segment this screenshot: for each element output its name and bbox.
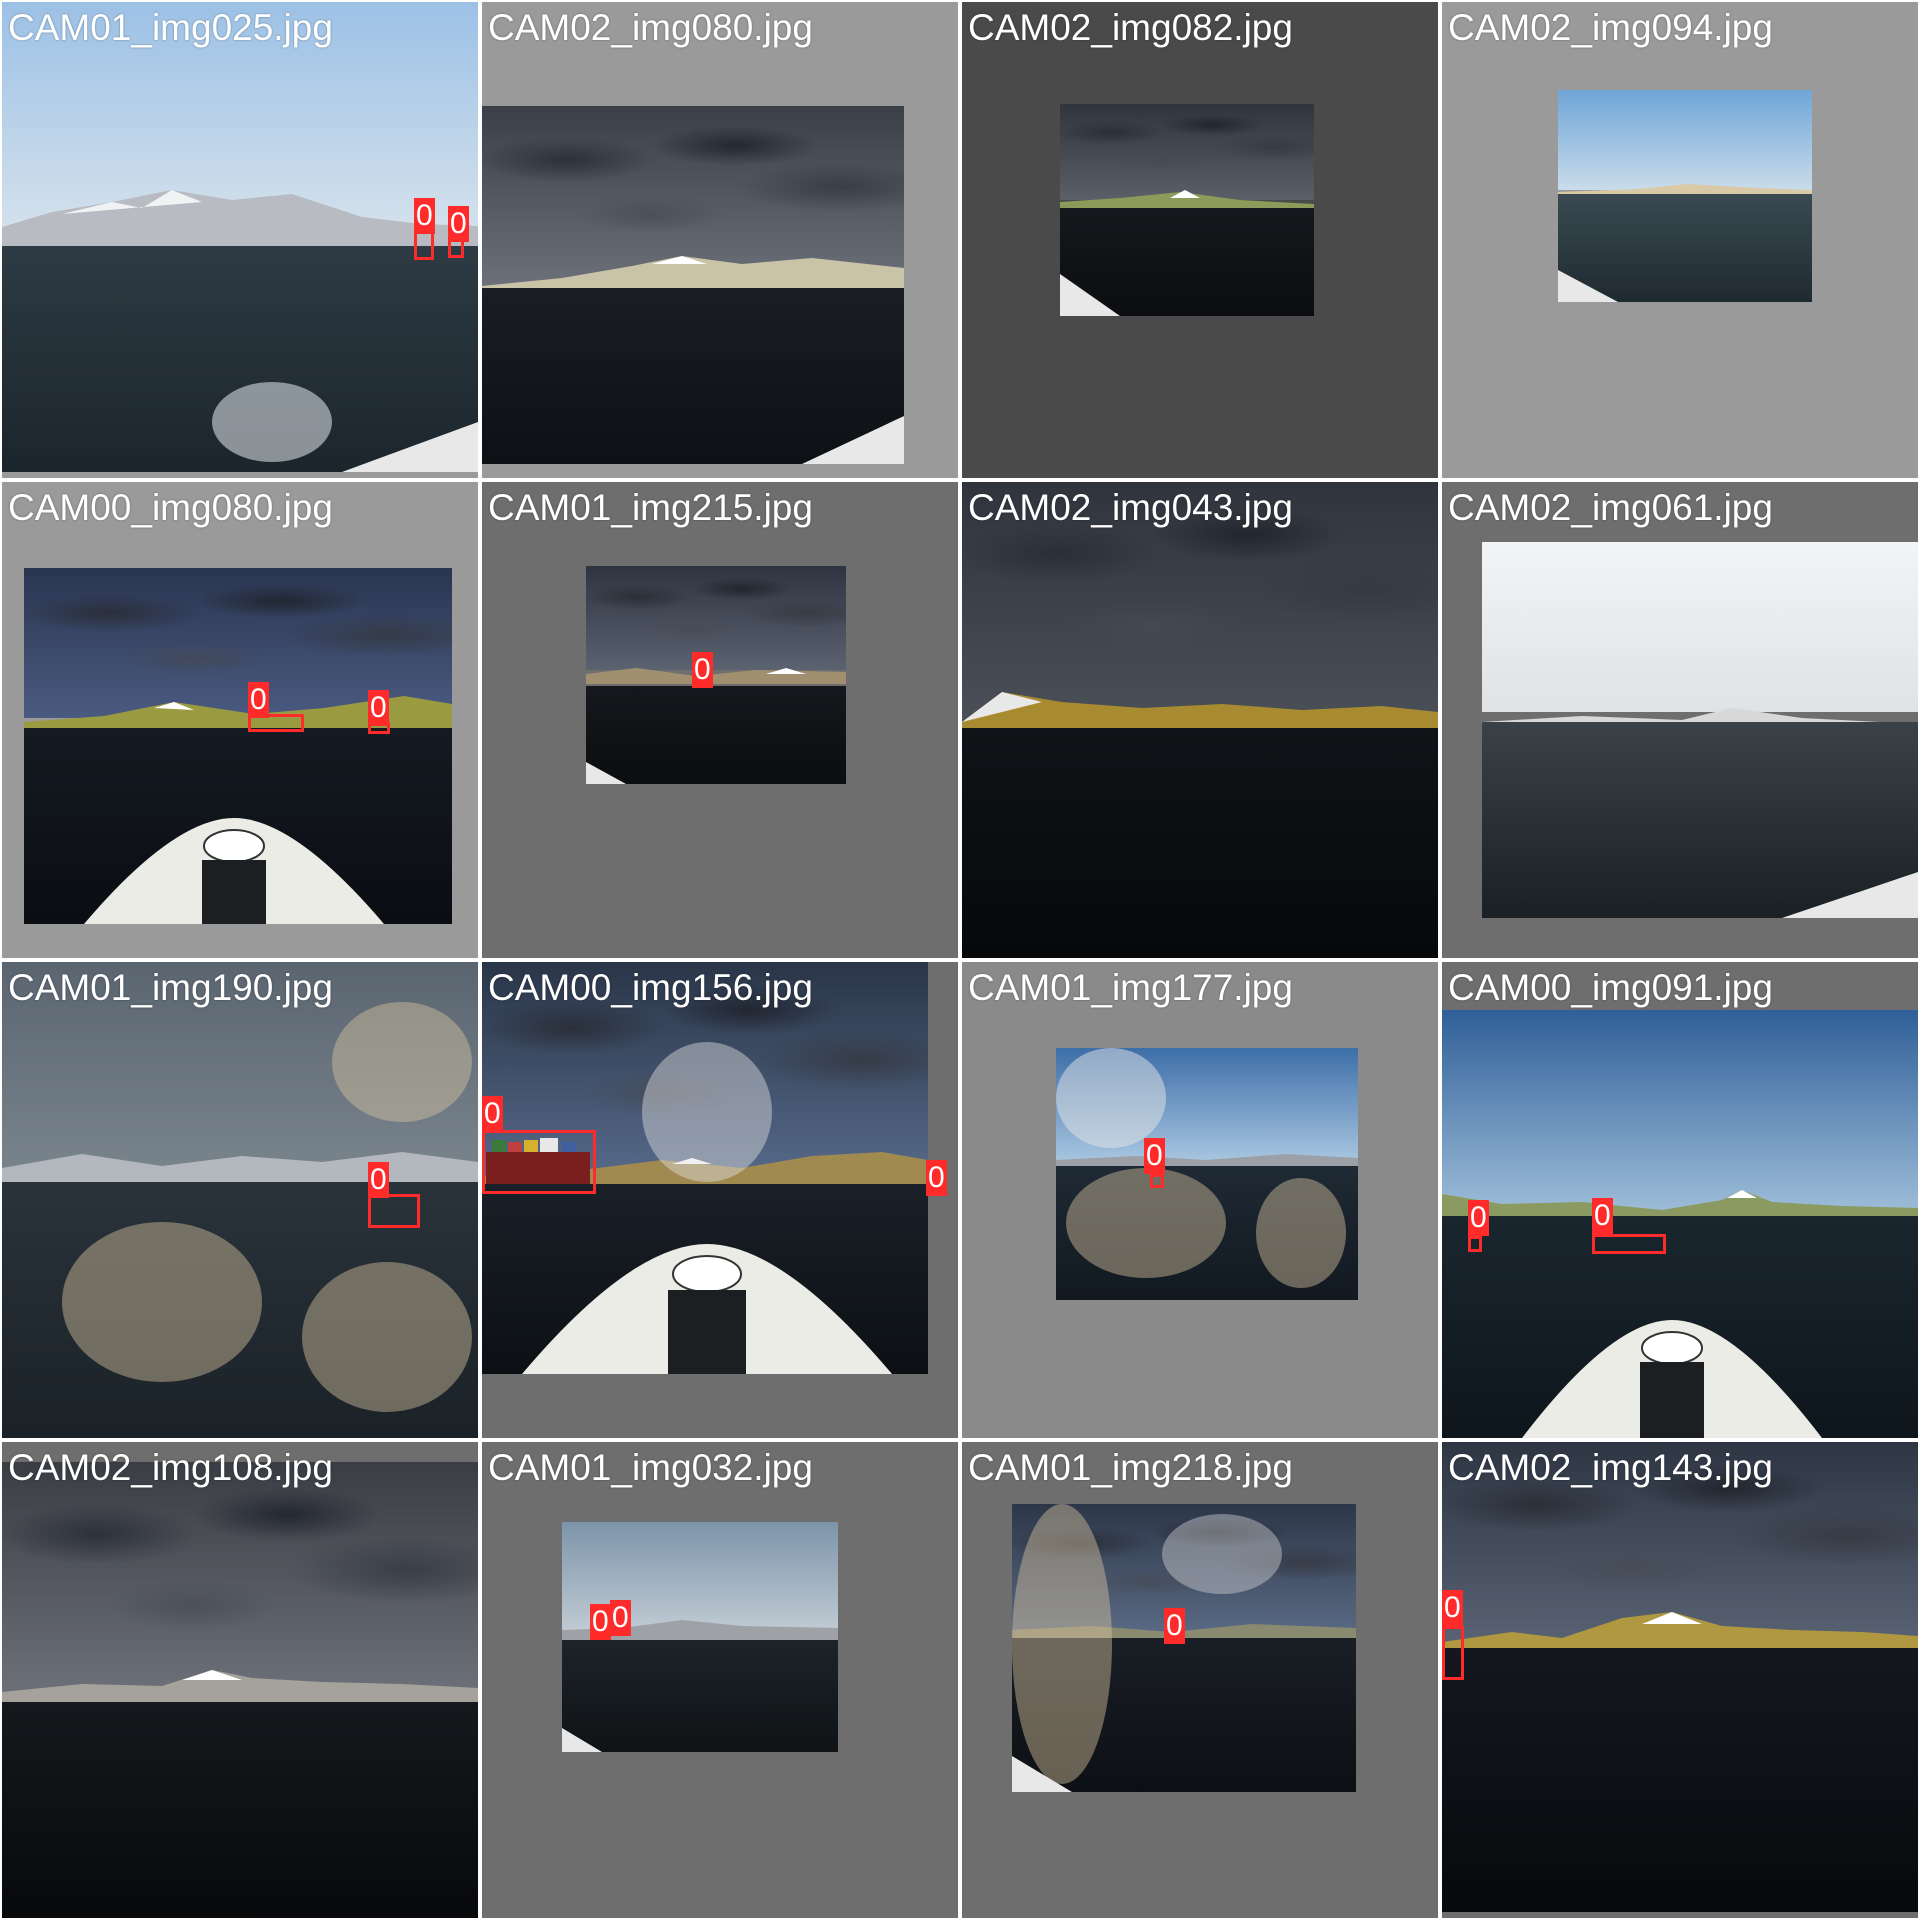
- detection-box: [1150, 1174, 1164, 1188]
- image-filename-label: CAM02_img108.jpg: [8, 1447, 333, 1488]
- scene-photo: [1558, 90, 1812, 302]
- image-filename-label: CAM01_img032.jpg: [488, 1447, 813, 1488]
- scene-photo: [586, 566, 846, 784]
- detection-label: 0: [248, 682, 269, 718]
- image-filename-label: CAM02_img143.jpg: [1448, 1447, 1773, 1488]
- detection-label: 0: [590, 1604, 611, 1640]
- image-tile[interactable]: 0 0 CAM00_img156.jpg: [482, 962, 958, 1438]
- mountains-graphic: [1442, 1612, 1918, 1652]
- image-filename-label: CAM00_img156.jpg: [488, 967, 813, 1008]
- image-filename-label: CAM02_img082.jpg: [968, 7, 1293, 48]
- image-tile[interactable]: 0 CAM01_img190.jpg: [2, 962, 478, 1438]
- image-filename-label: CAM00_img091.jpg: [1448, 967, 1773, 1008]
- image-tile[interactable]: 0 CAM01_img215.jpg: [482, 482, 958, 958]
- image-tile[interactable]: 0 CAM01_img218.jpg: [962, 1442, 1438, 1918]
- boat-bow-graphic: [1782, 872, 1918, 918]
- scene-photo: [2, 1462, 478, 1918]
- boat-bow-graphic: [522, 1244, 892, 1374]
- mountains-graphic: [1056, 1154, 1358, 1168]
- boat-bow-graphic: [342, 422, 478, 472]
- detection-label: 0: [482, 1096, 503, 1132]
- scene-photo: [1482, 542, 1918, 918]
- scene-photo: [1442, 1010, 1918, 1438]
- detection-box: [368, 1194, 420, 1228]
- image-filename-label: CAM01_img025.jpg: [8, 7, 333, 48]
- boat-bow-graphic: [586, 762, 626, 784]
- image-tile[interactable]: CAM02_img108.jpg: [2, 1442, 478, 1918]
- mountains-graphic: [2, 1152, 478, 1182]
- detection-label: 0: [692, 652, 713, 688]
- scene-photo: [962, 482, 1438, 958]
- detection-label: 0: [1442, 1590, 1463, 1626]
- detection-label: 0: [1164, 1608, 1185, 1644]
- image-tile[interactable]: 0 CAM01_img177.jpg: [962, 962, 1438, 1438]
- scene-photo: [1060, 104, 1314, 316]
- image-filename-label: CAM02_img043.jpg: [968, 487, 1293, 528]
- image-tile[interactable]: CAM02_img082.jpg: [962, 2, 1438, 478]
- scene-photo: [2, 2, 478, 472]
- image-tile[interactable]: CAM02_img061.jpg: [1442, 482, 1918, 958]
- detection-box: [482, 1130, 596, 1194]
- scene-photo: [1012, 1504, 1356, 1792]
- boat-bow-graphic: [1558, 270, 1618, 302]
- image-filename-label: CAM02_img080.jpg: [488, 7, 813, 48]
- detection-label: 0: [368, 1162, 389, 1198]
- image-filename-label: CAM01_img190.jpg: [8, 967, 333, 1008]
- detection-label: 0: [1144, 1138, 1165, 1174]
- mountains-graphic: [586, 668, 846, 684]
- detection-label: 0: [414, 198, 435, 234]
- image-filename-label: CAM01_img218.jpg: [968, 1447, 1293, 1488]
- detection-box: [1442, 1626, 1464, 1680]
- image-filename-label: CAM01_img215.jpg: [488, 487, 813, 528]
- boat-bow-graphic: [1060, 274, 1120, 316]
- scene-photo: [482, 106, 904, 464]
- image-grid: 0 0 CAM01_img025.jpg CAM02_img080.jpg CA…: [0, 0, 1920, 1920]
- detection-label: 0: [610, 1600, 631, 1636]
- image-tile[interactable]: CAM02_img094.jpg: [1442, 2, 1918, 478]
- image-tile[interactable]: CAM02_img080.jpg: [482, 2, 958, 478]
- boat-bow-graphic: [802, 416, 904, 464]
- scene-photo: [1442, 1442, 1918, 1912]
- mountains-graphic: [2, 1670, 478, 1706]
- detection-box: [1592, 1234, 1666, 1254]
- image-tile[interactable]: 0 CAM02_img143.jpg: [1442, 1442, 1918, 1918]
- scene-photo: [24, 568, 452, 924]
- image-filename-label: CAM01_img177.jpg: [968, 967, 1293, 1008]
- image-filename-label: CAM00_img080.jpg: [8, 487, 333, 528]
- boat-bow-graphic: [562, 1728, 602, 1752]
- boat-bow-graphic: [1012, 1756, 1072, 1792]
- detection-label: 0: [1468, 1200, 1489, 1236]
- image-tile[interactable]: 0 0 CAM00_img091.jpg: [1442, 962, 1918, 1438]
- image-tile[interactable]: 0 0 CAM00_img080.jpg: [2, 482, 478, 958]
- image-filename-label: CAM02_img094.jpg: [1448, 7, 1773, 48]
- detection-label: 0: [368, 690, 389, 726]
- image-tile[interactable]: CAM02_img043.jpg: [962, 482, 1438, 958]
- detection-label: 0: [1592, 1198, 1613, 1234]
- image-tile[interactable]: 0 0 CAM01_img032.jpg: [482, 1442, 958, 1918]
- boat-bow-graphic: [1522, 1320, 1822, 1438]
- detection-label: 0: [448, 206, 469, 242]
- detection-box: [1468, 1236, 1482, 1252]
- image-tile[interactable]: 0 0 CAM01_img025.jpg: [2, 2, 478, 478]
- mountains-graphic: [1442, 1190, 1918, 1220]
- scene-photo: [1056, 1048, 1358, 1300]
- mountains-graphic: [962, 692, 1438, 732]
- mountains-graphic: [2, 190, 478, 252]
- boat-bow-graphic: [84, 818, 384, 924]
- image-filename-label: CAM02_img061.jpg: [1448, 487, 1773, 528]
- detection-label: 0: [926, 1160, 947, 1196]
